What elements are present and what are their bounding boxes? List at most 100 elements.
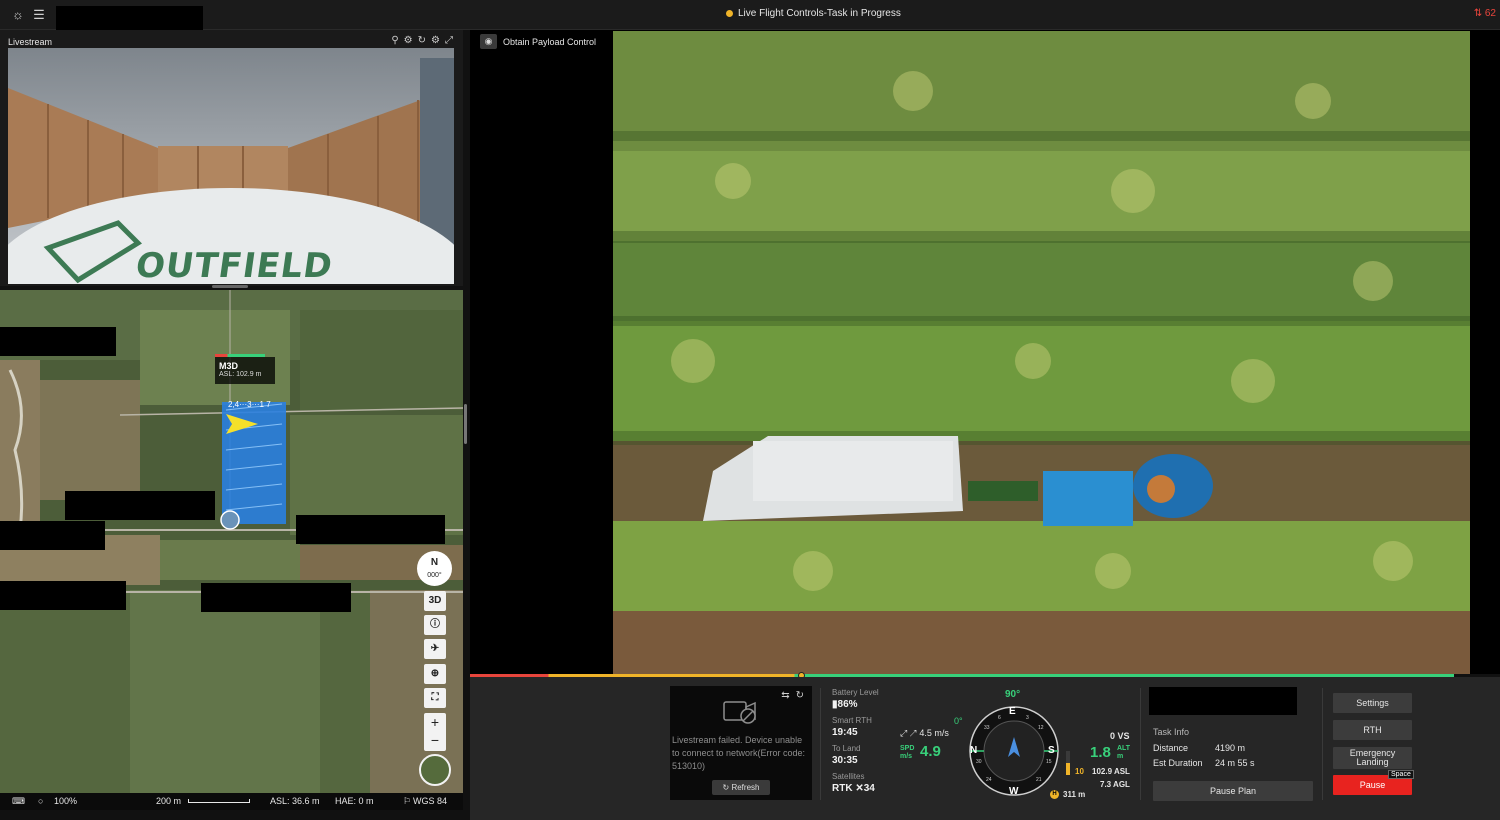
refresh-icon[interactable]: ↻ — [418, 35, 426, 46]
redacted-block — [0, 327, 116, 356]
duration-value: 24 m 55 s — [1215, 758, 1255, 768]
map-zoom-controls: + − — [424, 713, 446, 751]
zoom-in-button[interactable]: + — [424, 713, 446, 731]
sync-icon[interactable]: ⚙ — [404, 35, 413, 46]
menu-list-icon[interactable]: ☰ — [31, 7, 47, 23]
svg-text:33: 33 — [984, 725, 990, 731]
drone-status-icon[interactable]: ☼ — [10, 7, 26, 23]
emergency-landing-button[interactable]: Emergency Landing — [1333, 747, 1412, 769]
pin-icon[interactable]: ⚲ — [391, 35, 398, 46]
livestream-fail-message: Livestream failed. Device unable to conn… — [672, 735, 806, 771]
to-land-label: To Land — [832, 744, 861, 753]
speed-value: 4.9 — [920, 743, 941, 760]
drone-battery-bar — [215, 354, 265, 357]
drone-label[interactable]: M3D ASL: 102.9 m — [215, 354, 275, 384]
svg-text:24: 24 — [986, 777, 992, 783]
task-status: Live Flight Controls-Task in Progress — [726, 8, 901, 19]
refresh-button[interactable]: ↻ Refresh — [712, 780, 770, 795]
drone-name: M3D — [219, 361, 239, 371]
redacted-block — [0, 521, 105, 550]
coordinate-datum: WGS 84 — [413, 796, 448, 806]
redacted-block — [65, 491, 215, 520]
pause-plan-button[interactable]: Pause Plan — [1153, 781, 1313, 801]
vertical-speed: 0 VS — [1110, 731, 1130, 741]
svg-text:3: 3 — [1026, 715, 1029, 721]
altitude-agl: 7.3 AGL — [1100, 780, 1130, 789]
svg-text:30: 30 — [976, 759, 982, 765]
map-status-bar: ⌨ ○ 100% 200 m ASL: 36.6 m HAE: 0 m ⚐ WG… — [0, 793, 463, 810]
zoom-out-button[interactable]: − — [424, 731, 446, 749]
map-layer-icon[interactable] — [419, 754, 451, 786]
satellites-value: RTK ✕34 — [832, 783, 875, 794]
svg-text:15: 15 — [1046, 759, 1052, 765]
switch-camera-icon[interactable]: ⇆ — [781, 690, 789, 701]
video-off-icon — [723, 701, 756, 724]
redacted-block — [201, 583, 351, 612]
wind-icon: ⤢ ↗ — [900, 728, 917, 738]
smart-rth-value: 19:45 — [832, 727, 858, 738]
map-scale-bar — [188, 799, 250, 803]
settings-icon[interactable]: ⚙ — [431, 35, 440, 46]
datum-icon: ⚐ — [403, 796, 412, 806]
compass-south-label: S — [1048, 745, 1055, 756]
altitude-bar-fill — [1066, 763, 1070, 775]
status-title-text: Live Flight Controls-Task in Progress — [738, 8, 901, 19]
map-info-icon[interactable]: ⓘ — [424, 615, 446, 635]
orchard-aerial-image — [613, 31, 1470, 674]
task-info-title: Task Info — [1153, 727, 1190, 737]
svg-text:6: 6 — [998, 715, 1001, 721]
settings-button[interactable]: Settings — [1333, 693, 1412, 713]
map-3d-button[interactable]: 3D — [424, 591, 446, 611]
obtain-payload-control-button[interactable]: ◉ Obtain Payload Control — [480, 34, 596, 49]
fail-panel-tools: ⇆ ↻ — [781, 690, 804, 701]
altitude-value: 1.8 — [1090, 744, 1111, 761]
map-aircraft-icon[interactable]: ✈ — [424, 639, 446, 659]
map-compass-button[interactable]: N 000° — [417, 551, 452, 586]
map-compass-degree: 000° — [427, 572, 442, 579]
reload-icon[interactable]: ↻ — [796, 690, 804, 701]
aerial-camera-feed[interactable] — [613, 31, 1470, 674]
wind-speed: ⤢ ↗ 4.5 m/s — [900, 728, 949, 739]
redacted-block — [1149, 687, 1297, 715]
refresh-label: Refresh — [731, 783, 760, 792]
map-fit-icon[interactable]: ⛶ — [424, 688, 446, 708]
speed-label: SPD m/s — [900, 745, 915, 760]
rth-button[interactable]: RTH — [1333, 720, 1412, 740]
svg-text:21: 21 — [1036, 777, 1042, 783]
battery-value: 86% — [837, 699, 858, 710]
status-dot-icon — [726, 10, 733, 17]
heading-value: 90° — [1005, 689, 1021, 700]
compass-north-label: N — [970, 745, 978, 756]
drone-asl: ASL: 102.9 m — [219, 371, 262, 378]
battery-label: Battery Level — [832, 688, 879, 697]
smart-rth-label: Smart RTH — [832, 716, 872, 725]
home-point-icon: H — [1050, 790, 1059, 799]
compass-east-label: E — [1009, 706, 1016, 717]
livestream-video: OUTFIELD — [8, 48, 454, 284]
svg-text:12: 12 — [1038, 725, 1044, 731]
attitude-compass-dial: 12 15 21 24 30 33 6 3 — [969, 706, 1059, 796]
compass-west-label: W — [1009, 786, 1019, 797]
top-bar: ☼ ☰ Live Flight Controls-Task in Progres… — [0, 0, 1500, 35]
keyboard-icon[interactable]: ⌨ — [12, 796, 25, 807]
duration-label: Est Duration — [1153, 758, 1203, 768]
space-shortcut-hint: Space — [1388, 770, 1414, 779]
zoom-circle-icon: ○ — [38, 796, 44, 806]
home-distance-value: 311 m — [1063, 790, 1086, 799]
map-scale-label: 200 m — [156, 796, 182, 806]
map-resize-handle[interactable] — [464, 404, 467, 444]
signal-indicator: ⇅ 62 — [1473, 8, 1496, 19]
divider — [1322, 688, 1323, 800]
fullscreen-icon[interactable]: ⤢ — [445, 35, 453, 46]
distance-label: Distance — [1153, 743, 1189, 753]
distance-value: 4190 m — [1215, 743, 1246, 753]
livestream-panel: Livestream ⚲ ⚙ ↻ ⚙ ⤢ OUTFIELD — [0, 30, 463, 286]
map-locate-icon[interactable]: ⊕ — [424, 664, 446, 684]
hangar-sign-text: OUTFIELD — [133, 246, 336, 284]
drone-stats: Battery Level ▮86% Smart RTH 19:45 To La… — [832, 688, 902, 800]
cursor-hae: HAE: 0 m — [335, 796, 374, 806]
map-zoom-level: 100% — [54, 796, 78, 806]
livestream-toolbar: ⚲ ⚙ ↻ ⚙ ⤢ — [391, 35, 453, 46]
redacted-block — [296, 515, 445, 544]
panel-splitter-handle[interactable] — [212, 285, 248, 288]
